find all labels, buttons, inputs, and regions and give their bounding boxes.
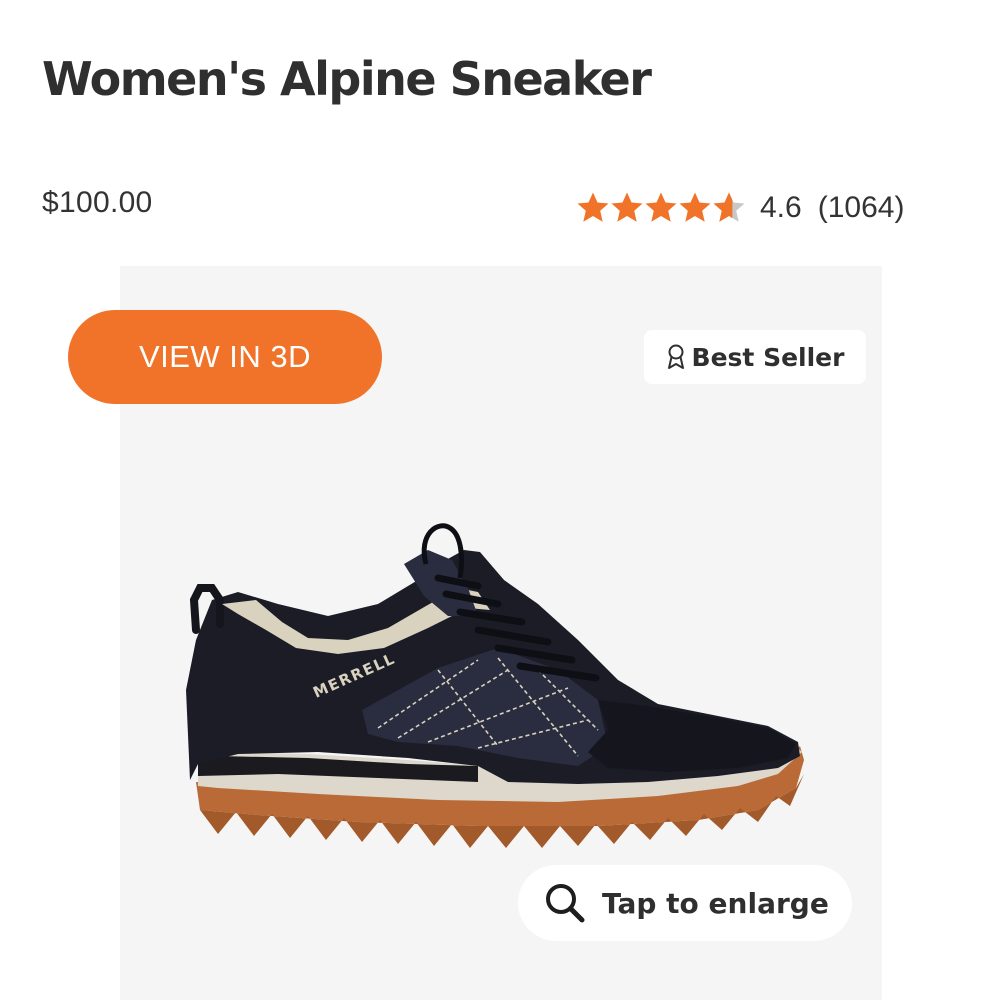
product-page: Women's Alpine Sneaker $100.00 4.6 (1064…: [0, 0, 1000, 1000]
best-seller-badge: Best Seller: [644, 330, 866, 384]
star-full-icon: [577, 192, 609, 222]
star-full-icon: [645, 192, 677, 222]
star-rating: [576, 191, 746, 225]
star-full-icon: [611, 192, 643, 222]
star-partial-icon: [713, 192, 745, 222]
shoe-vamp: [588, 700, 796, 772]
enlarge-label: Tap to enlarge: [602, 886, 829, 920]
star-full-icon: [679, 192, 711, 222]
review-count[interactable]: (1064): [818, 191, 905, 225]
rating-summary[interactable]: 4.6 (1064): [576, 186, 904, 230]
rating-value: 4.6: [760, 191, 802, 224]
badge-label: Best Seller: [691, 342, 845, 372]
magnifier-icon: [542, 880, 588, 926]
award-ribbon-icon: [667, 344, 684, 369]
stars-icon: [577, 192, 745, 222]
product-shoe-image[interactable]: MERRELL: [178, 520, 810, 860]
product-price: $100.00: [42, 186, 153, 219]
view-in-3d-button[interactable]: VIEW IN 3D: [68, 310, 382, 404]
tap-to-enlarge-button[interactable]: Tap to enlarge: [518, 865, 852, 941]
product-title: Women's Alpine Sneaker: [42, 52, 652, 106]
